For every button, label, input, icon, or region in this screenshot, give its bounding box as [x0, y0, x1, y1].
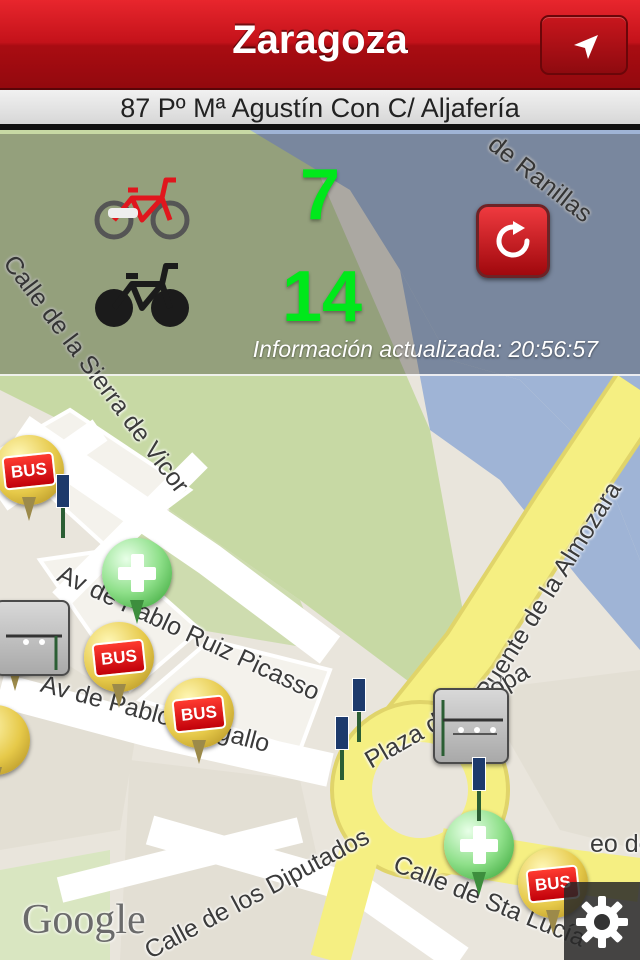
locate-button[interactable] — [540, 15, 628, 75]
pharmacy-pin[interactable] — [102, 538, 172, 626]
bike-rack-icon — [6, 634, 62, 670]
refresh-button[interactable] — [476, 204, 550, 278]
settings-button[interactable] — [564, 882, 640, 960]
bus-icon: BUS — [1, 451, 57, 491]
gear-icon — [576, 896, 628, 948]
refresh-icon — [496, 221, 530, 258]
bus-stop-pin[interactable]: BUS — [0, 435, 64, 523]
black-bike-icon — [95, 263, 189, 327]
bike-station-pin[interactable] — [0, 600, 70, 676]
google-logo: Google — [22, 897, 146, 943]
red-bike-icon — [94, 177, 190, 240]
available-bikes-count: 7 — [300, 155, 341, 235]
bus-icon: BUS — [171, 694, 227, 734]
bus-stop-pin[interactable]: BUS — [164, 678, 234, 766]
info-sign-marker[interactable] — [56, 474, 70, 538]
info-sign-marker[interactable] — [472, 757, 486, 821]
station-name-bar: 87 Pº Mª Agustín Con C/ Aljafería — [0, 90, 640, 130]
last-updated-text: Información actualizada: 20:56:57 — [252, 336, 598, 362]
info-sign-marker[interactable] — [335, 716, 349, 780]
free-slots-count: 14 — [282, 257, 363, 337]
location-arrow-icon — [574, 35, 598, 59]
info-sign-marker[interactable] — [352, 678, 366, 742]
bus-icon: BUS — [91, 638, 147, 678]
bus-stop-pin[interactable] — [0, 705, 30, 793]
bike-rack-icon — [441, 700, 503, 756]
pharmacy-pin[interactable] — [444, 810, 514, 898]
bus-stop-pin[interactable]: BUS — [84, 622, 154, 710]
street-label: eo de — [590, 830, 640, 858]
navigation-bar: Zaragoza — [0, 0, 640, 90]
station-info-panel: 7 14 Información actualizada: 20:56:57 — [0, 134, 640, 376]
bike-station-pin[interactable] — [433, 688, 509, 764]
